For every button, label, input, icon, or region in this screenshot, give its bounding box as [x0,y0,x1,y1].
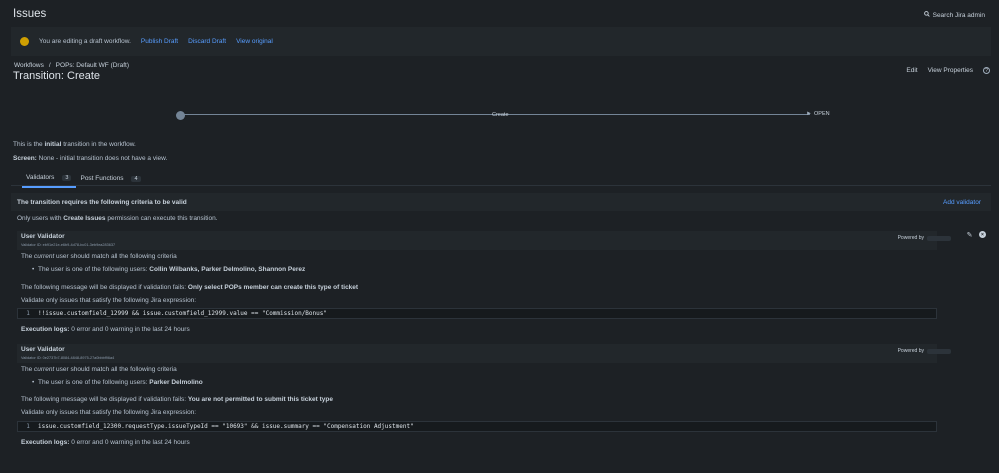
screen-value: None - initial transition does not have … [37,155,167,162]
initial-transition-info: This is the initial transition in the wo… [13,141,136,148]
message-text: Only select POPs member can create this … [188,284,358,291]
validator-actions: ✎ × [966,231,986,238]
add-validator-link[interactable]: Add validator [943,199,981,206]
search-jira-admin-label: Search Jira admin [933,12,985,19]
edit-pencil-icon[interactable]: ✎ [966,231,973,238]
line-number: 1 [18,423,38,430]
perm-prefix: Only users with [17,215,63,222]
powered-by-label: Powered by [898,235,924,241]
app-logo-icon [927,349,951,354]
header-actions: Edit View Properties ? [906,67,990,74]
screen-label: Screen: [13,155,37,162]
criteria-suffix: user should match all the following crit… [54,366,176,373]
validator-card-header: User Validator Validator ID: 0e2737b7-80… [17,344,937,363]
validator-id: Validator ID: 0e2737b7-8084-4848-8975-27… [21,356,114,360]
page-title: Transition: Create [13,70,100,82]
powered-by: Powered by [898,235,951,241]
expression-label: Validate only issues that satisfy the fo… [21,409,196,416]
users-line: The user is one of the following users: … [38,266,305,273]
logs-text: 0 error and 0 warning in the last 24 hou… [69,439,189,446]
expression-code-block: 1 !!issue.customfield_12999 && issue.cus… [17,308,937,319]
tab-count-badge: 4 [131,176,140,182]
search-jira-admin-button[interactable]: Search Jira admin [924,11,985,19]
tab-divider [11,185,991,186]
criteria-prefix: The [21,366,34,373]
criteria-suffix: user should match all the following crit… [54,253,176,260]
validator-card-header: User Validator Validator ID: eb91e21e-e6… [17,231,937,250]
logs-label: Execution logs: [21,439,69,446]
expression-code-block: 1 issue.customfield_12300.requestType.is… [17,421,937,432]
message-text: You are not permitted to submit this tic… [188,396,333,403]
search-icon [924,11,930,19]
message-line: The following message will be displayed … [21,284,358,291]
breadcrumb-workflows[interactable]: Workflows [14,62,44,69]
target-status: OPEN [814,111,830,117]
expression-label: Validate only issues that satisfy the fo… [21,297,196,304]
perm-suffix: permission can execute this transition. [106,215,218,222]
tab-label: Validators [26,174,54,181]
delete-icon[interactable]: × [979,231,986,238]
tab-label: Post Functions [80,175,123,182]
screen-info: Screen: None - initial transition does n… [13,155,167,162]
criteria-line: The current user should match all the fo… [21,366,177,373]
validator-card: User Validator Validator ID: eb91e21e-e6… [17,231,937,250]
validator-card: User Validator Validator ID: 0e2737b7-80… [17,344,937,363]
info-text-suffix: transition in the workflow. [61,141,135,148]
criteria-italic: current [34,253,54,260]
users-line: The user is one of the following users: … [38,379,203,386]
breadcrumb-current[interactable]: POPs: Default WF (Draft) [56,62,129,69]
start-node [176,111,185,120]
criteria-line: The current user should match all the fo… [21,253,177,260]
users-prefix: The user is one of the following users: [38,379,149,386]
validators-section-title: The transition requires the following cr… [17,199,187,206]
page-header-title: Issues [13,8,46,20]
logs-label: Execution logs: [21,326,69,333]
message-line: The following message will be displayed … [21,396,333,403]
users-list: Collin Wilbanks, Parker Delmolino, Shann… [149,266,305,273]
warning-icon [20,37,29,46]
criteria-prefix: The [21,253,34,260]
expression-code: issue.customfield_12300.requestType.issu… [38,423,414,430]
breadcrumb-separator: / [49,62,51,69]
info-initial: initial [44,141,61,148]
discard-draft-link[interactable]: Discard Draft [188,38,226,45]
help-icon[interactable]: ? [983,67,990,74]
view-original-link[interactable]: View original [236,38,273,45]
transition-label: Create [492,112,509,118]
expression-code: !!issue.customfield_12999 && issue.custo… [38,310,327,317]
validator-title: User Validator [21,346,65,353]
execution-logs: Execution logs: 0 error and 0 warning in… [21,439,190,446]
breadcrumb: Workflows / POPs: Default WF (Draft) [14,62,129,69]
validator-title: User Validator [21,233,65,240]
info-text: This is the [13,141,44,148]
logs-text: 0 error and 0 warning in the last 24 hou… [69,326,189,333]
message-prefix: The following message will be displayed … [21,396,188,403]
draft-workflow-banner: You are editing a draft workflow. Publis… [11,27,991,56]
users-list: Parker Delmolino [149,379,202,386]
perm-bold: Create Issues [63,215,105,222]
powered-by-label: Powered by [898,348,924,354]
view-properties-button[interactable]: View Properties [928,67,973,74]
users-prefix: The user is one of the following users: [38,266,149,273]
draft-message: You are editing a draft workflow. [39,38,131,45]
criteria-italic: current [34,366,54,373]
permission-rule: Only users with Create Issues permission… [17,215,218,222]
tab-count-badge: 3 [62,175,71,181]
edit-button[interactable]: Edit [906,67,917,74]
message-prefix: The following message will be displayed … [21,284,188,291]
execution-logs: Execution logs: 0 error and 0 warning in… [21,326,190,333]
publish-draft-link[interactable]: Publish Draft [141,38,178,45]
line-number: 1 [18,310,38,317]
validator-id: Validator ID: eb91e21e-e6b9-4d78-bc01-3e… [21,243,115,247]
app-logo-icon [927,236,951,241]
arrow-right-icon: ► [806,111,812,117]
powered-by: Powered by [898,348,951,354]
